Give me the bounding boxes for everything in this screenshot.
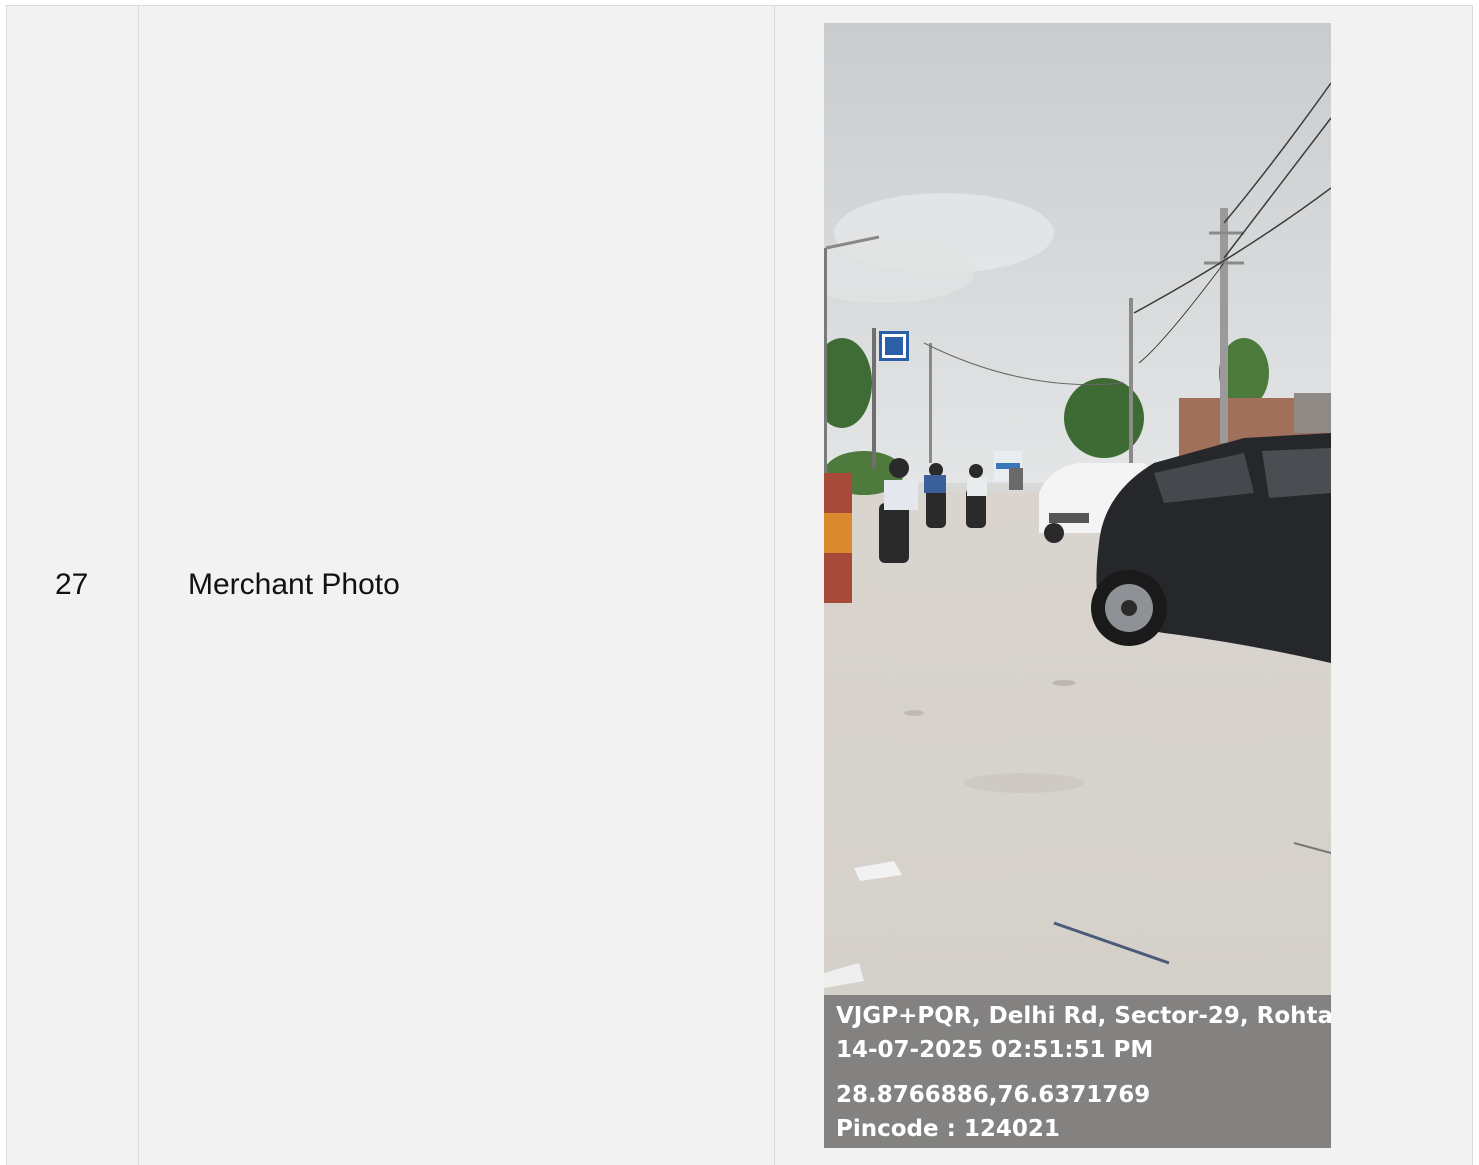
- column-divider: [138, 6, 139, 1165]
- geotag-datetime: 14-07-2025 02:51:51 PM: [836, 1037, 1154, 1063]
- photo-scene: [824, 23, 1331, 1148]
- geotag-coordinates: 28.8766886,76.6371769: [836, 1082, 1151, 1108]
- geotag-pincode: Pincode : 124021: [836, 1116, 1060, 1142]
- row-number: 27: [55, 568, 89, 601]
- geotag-address: VJGP+PQR, Delhi Rd, Sector-29, Rohtak, H…: [836, 1003, 1331, 1029]
- column-divider: [774, 6, 775, 1165]
- row-label: Merchant Photo: [188, 568, 400, 601]
- data-table: 27 Merchant Photo VJGP+PQR, Delhi Rd, Se…: [6, 5, 1473, 1165]
- photo-geotag-overlay: VJGP+PQR, Delhi Rd, Sector-29, Rohtak, H…: [824, 995, 1331, 1148]
- merchant-photo: VJGP+PQR, Delhi Rd, Sector-29, Rohtak, H…: [824, 23, 1331, 1148]
